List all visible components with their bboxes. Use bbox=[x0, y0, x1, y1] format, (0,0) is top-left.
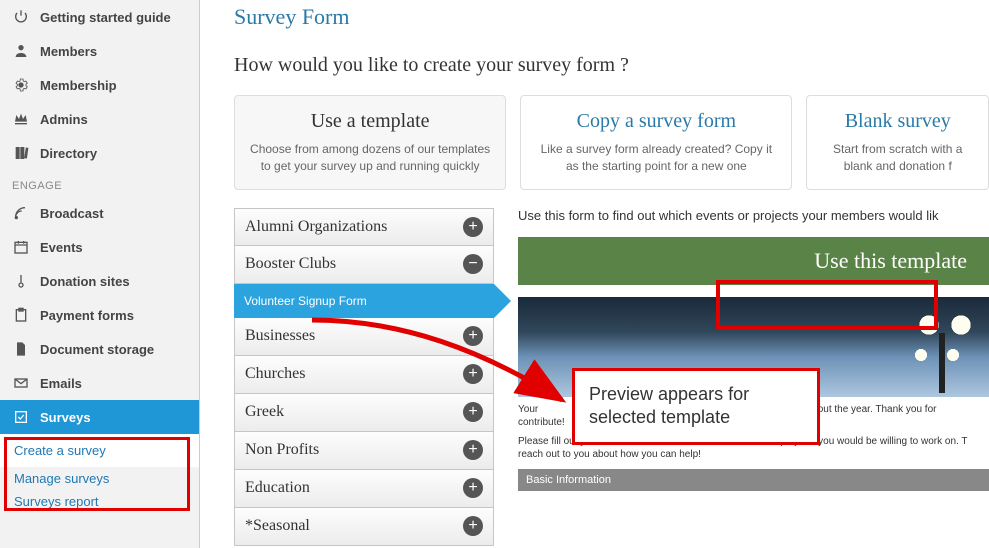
thermometer-icon bbox=[12, 272, 30, 290]
gear-icon bbox=[12, 76, 30, 94]
create-question: How would you like to create your survey… bbox=[234, 54, 989, 77]
option-cards: Use a template Choose from among dozens … bbox=[234, 95, 989, 190]
sidebar-item-label: Document storage bbox=[40, 342, 154, 357]
use-template-button[interactable]: Use this template bbox=[518, 237, 989, 285]
power-icon bbox=[12, 8, 30, 26]
card-title: Use a template bbox=[247, 110, 493, 133]
accordion-item-booster[interactable]: Booster Clubs − bbox=[234, 246, 494, 284]
sidebar-item-members[interactable]: Members bbox=[0, 34, 199, 68]
plus-icon: + bbox=[463, 402, 483, 422]
plus-icon: + bbox=[463, 478, 483, 498]
accordion-item-businesses[interactable]: Businesses + bbox=[234, 318, 494, 356]
sidebar-item-directory[interactable]: Directory bbox=[0, 136, 199, 170]
main-content: Survey Form How would you like to create… bbox=[200, 0, 989, 548]
card-desc: Start from scratch with a blank and dona… bbox=[819, 141, 976, 175]
sidebar-item-label: Broadcast bbox=[40, 206, 104, 221]
preview-description: Use this form to find out which events o… bbox=[518, 208, 989, 223]
clipboard-icon bbox=[12, 306, 30, 324]
sidebar-item-emails[interactable]: Emails bbox=[0, 366, 199, 400]
envelope-icon bbox=[12, 374, 30, 392]
sidebar-sub-create-survey[interactable]: Create a survey bbox=[0, 434, 199, 467]
plus-icon: + bbox=[463, 516, 483, 536]
accordion-label: Churches bbox=[245, 365, 305, 383]
preview-section-header: Basic Information bbox=[518, 469, 989, 491]
file-icon bbox=[12, 340, 30, 358]
plus-icon: + bbox=[463, 217, 483, 237]
use-template-label: Use this template bbox=[814, 248, 967, 274]
sidebar-item-getting-started[interactable]: Getting started guide bbox=[0, 0, 199, 34]
accordion-label: Education bbox=[245, 479, 310, 497]
sidebar-item-membership[interactable]: Membership bbox=[0, 68, 199, 102]
sidebar-item-label: Emails bbox=[40, 376, 82, 391]
card-desc: Choose from among dozens of our template… bbox=[247, 141, 493, 175]
sidebar-item-label: Events bbox=[40, 240, 83, 255]
accordion-sublabel: Volunteer Signup Form bbox=[244, 294, 367, 308]
sidebar-item-document-storage[interactable]: Document storage bbox=[0, 332, 199, 366]
accordion-label: Booster Clubs bbox=[245, 255, 336, 273]
sidebar-item-label: Membership bbox=[40, 78, 117, 93]
accordion-item-nonprofits[interactable]: Non Profits + bbox=[234, 432, 494, 470]
accordion-item-seasonal[interactable]: *Seasonal + bbox=[234, 508, 494, 546]
sidebar-heading-engage: ENGAGE bbox=[0, 170, 199, 196]
sidebar-item-admins[interactable]: Admins bbox=[0, 102, 199, 136]
sidebar-item-label: Admins bbox=[40, 112, 88, 127]
sidebar-item-label: Donation sites bbox=[40, 274, 130, 289]
sidebar-item-events[interactable]: Events bbox=[0, 230, 199, 264]
accordion-label: *Seasonal bbox=[245, 517, 310, 535]
sidebar-item-label: Payment forms bbox=[40, 308, 134, 323]
accordion-label: Alumni Organizations bbox=[245, 218, 387, 236]
accordion-item-greek[interactable]: Greek + bbox=[234, 394, 494, 432]
accordion-item-alumni[interactable]: Alumni Organizations + bbox=[234, 208, 494, 246]
crown-icon bbox=[12, 110, 30, 128]
book-icon bbox=[12, 144, 30, 162]
sidebar: Getting started guide Members Membership… bbox=[0, 0, 200, 548]
accordion-item-churches[interactable]: Churches + bbox=[234, 356, 494, 394]
card-title: Blank survey bbox=[819, 110, 976, 133]
sidebar-item-label: Getting started guide bbox=[40, 10, 171, 25]
annotation-callout: Preview appears for selected template bbox=[572, 368, 820, 445]
accordion-label: Greek bbox=[245, 403, 284, 421]
sidebar-item-label: Members bbox=[40, 44, 97, 59]
sidebar-item-label: Surveys bbox=[40, 410, 91, 425]
wifi-icon bbox=[12, 204, 30, 222]
plus-icon: + bbox=[463, 326, 483, 346]
calendar-icon bbox=[12, 238, 30, 256]
card-desc: Like a survey form already created? Copy… bbox=[533, 141, 779, 175]
minus-icon: − bbox=[463, 254, 483, 274]
page-title: Survey Form bbox=[234, 0, 989, 54]
check-icon bbox=[12, 408, 30, 426]
accordion-label: Businesses bbox=[245, 327, 315, 345]
accordion-item-education[interactable]: Education + bbox=[234, 470, 494, 508]
accordion-subitem-volunteer[interactable]: Volunteer Signup Form bbox=[234, 284, 494, 318]
sidebar-item-label: Directory bbox=[40, 146, 97, 161]
template-accordion: Alumni Organizations + Booster Clubs − V… bbox=[234, 208, 494, 546]
user-icon bbox=[12, 42, 30, 60]
card-use-template[interactable]: Use a template Choose from among dozens … bbox=[234, 95, 506, 190]
card-blank-survey[interactable]: Blank survey Start from scratch with a b… bbox=[806, 95, 989, 190]
card-copy-survey[interactable]: Copy a survey form Like a survey form al… bbox=[520, 95, 792, 190]
sidebar-sub-manage-surveys[interactable]: Manage surveys bbox=[0, 467, 199, 490]
card-title: Copy a survey form bbox=[533, 110, 779, 133]
plus-icon: + bbox=[463, 364, 483, 384]
sidebar-item-donation-sites[interactable]: Donation sites bbox=[0, 264, 199, 298]
sidebar-sub-surveys-report[interactable]: Surveys report bbox=[0, 490, 199, 513]
sidebar-item-surveys[interactable]: Surveys bbox=[0, 400, 199, 434]
plus-icon: + bbox=[463, 440, 483, 460]
sidebar-item-broadcast[interactable]: Broadcast bbox=[0, 196, 199, 230]
sidebar-item-payment-forms[interactable]: Payment forms bbox=[0, 298, 199, 332]
accordion-label: Non Profits bbox=[245, 441, 319, 459]
